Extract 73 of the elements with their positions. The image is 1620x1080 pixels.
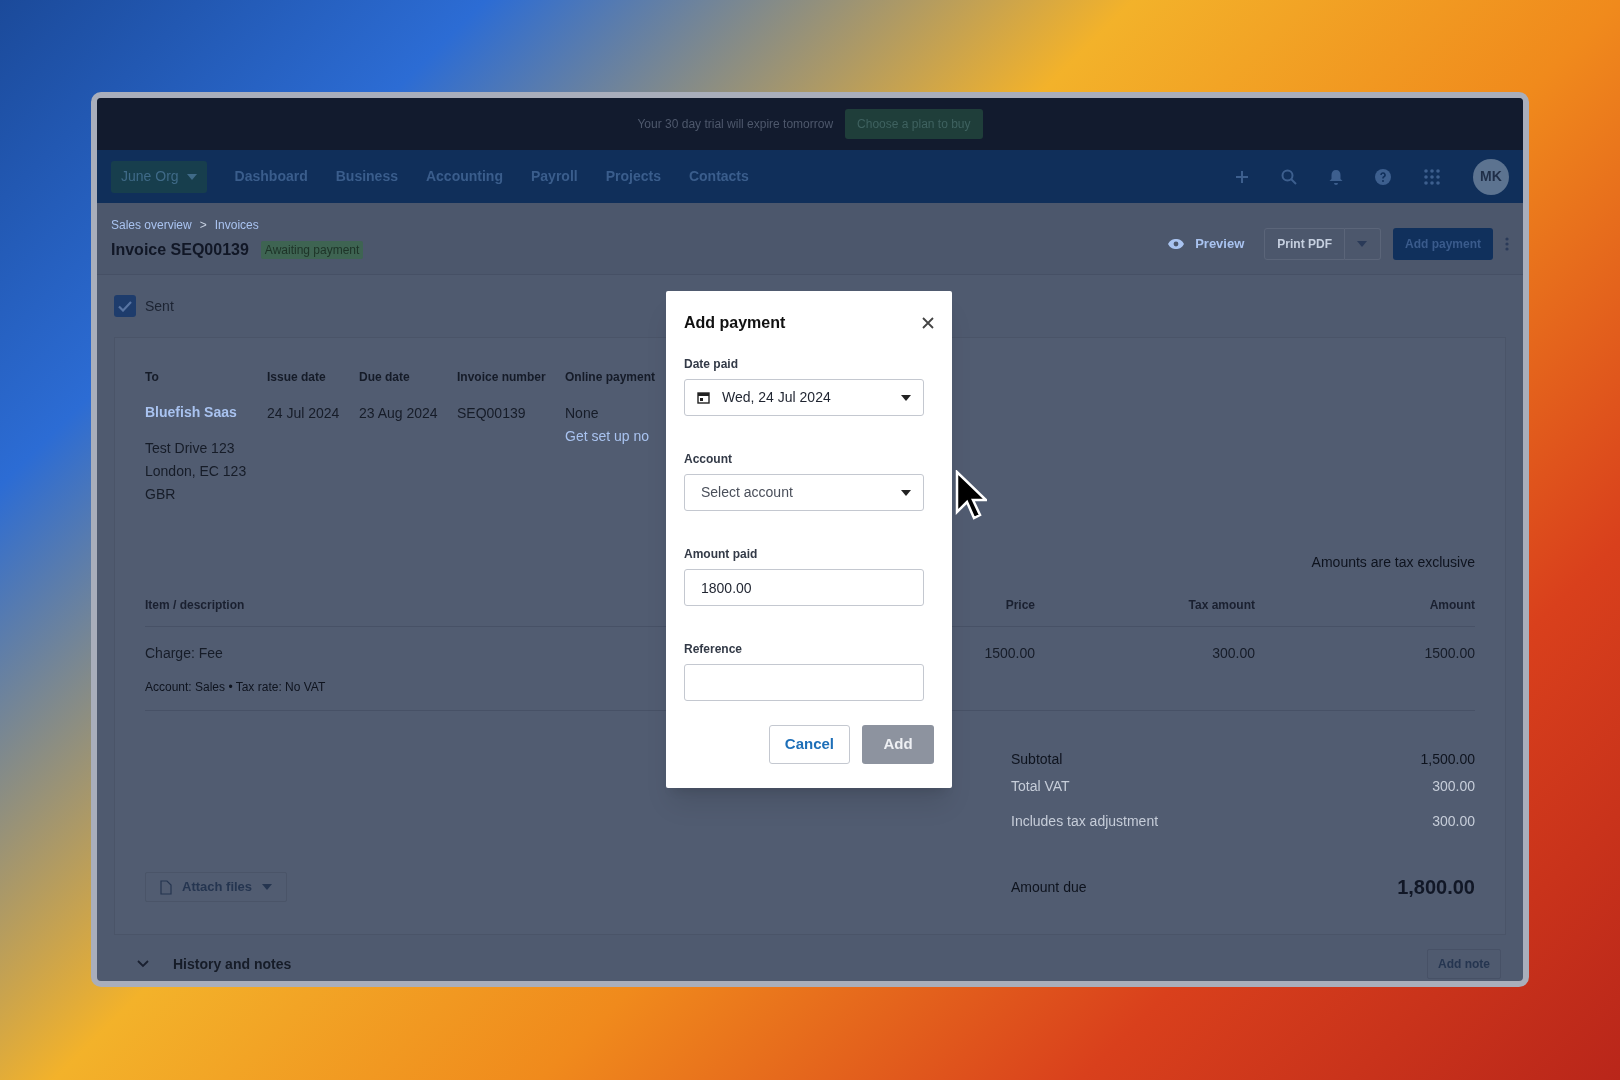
detail-text: 23 Aug 2024 (359, 404, 439, 423)
section-title: History and notes (173, 954, 292, 974)
detail-text: GBR (145, 485, 177, 504)
field-label: Amount paid (684, 546, 759, 563)
mouse-cursor-icon (955, 470, 987, 522)
checkbox-label: Sent (145, 296, 174, 316)
tax-note: Amounts are tax exclusive (1311, 553, 1475, 572)
table-cell-text: 1500.00 (1423, 644, 1475, 663)
table-cell-text: 300.00 (1211, 644, 1255, 663)
detail-text: None (565, 404, 600, 423)
user-avatar[interactable]: MK (1473, 158, 1509, 195)
total-label: Amount due (1011, 877, 1087, 897)
print-pdf-button[interactable]: Print PDF (1264, 227, 1345, 260)
invoice-title: Invoice SEQ00139 (111, 239, 249, 260)
total-value: 1,500.00 (1420, 750, 1475, 769)
caret-icon (1357, 240, 1368, 247)
dialog-title: Add payment (684, 313, 786, 333)
total-label: Subtotal (1011, 750, 1063, 769)
total-label: Includes tax adjustment (1011, 812, 1159, 831)
account-select[interactable]: Select account (684, 474, 924, 511)
eye-icon (1167, 237, 1186, 250)
app-grid-icon[interactable] (1423, 167, 1441, 186)
checkbox[interactable] (114, 295, 136, 317)
chevron-down-icon[interactable] (137, 960, 149, 968)
detail-text: London, EC 123 (145, 462, 248, 481)
document-icon (160, 879, 172, 895)
detail-text: SEQ00139 (457, 404, 527, 423)
field-label: Date paid (684, 356, 739, 373)
table-cell-text: 1500.00 (983, 644, 1035, 663)
caret-icon (186, 173, 197, 180)
search-icon[interactable] (1281, 168, 1297, 185)
org-switcher[interactable]: June Org (111, 160, 207, 193)
preview-button[interactable]: Preview (1159, 233, 1253, 254)
column-heading: To (145, 369, 160, 386)
breadcrumb-link[interactable]: Sales overview (111, 215, 192, 234)
column-heading: Price (1004, 597, 1035, 614)
banner-text: Your 30 day trial will expire tomorrow (637, 116, 834, 133)
column-heading: Invoice number (457, 369, 547, 386)
column-heading: Amount (1428, 597, 1475, 614)
column-heading: Online payment (565, 369, 657, 386)
total-value: 300.00 (1432, 812, 1475, 831)
check-icon (118, 300, 132, 312)
link[interactable]: Bluefish Saas (145, 402, 267, 423)
total-value: 1,800.00 (1397, 875, 1475, 900)
column-heading: Tax amount (1187, 597, 1255, 614)
close-icon[interactable] (922, 317, 934, 329)
table-cell: Charge: Fee (145, 645, 223, 661)
more-options-icon[interactable] (1505, 236, 1509, 251)
column-heading: Due date (359, 369, 411, 386)
column-heading: Issue date (267, 369, 327, 386)
detail-text: Test Drive 123 (145, 439, 236, 458)
detail-text: 24 Jul 2024 (267, 404, 341, 423)
breadcrumb-separator: > (199, 216, 207, 234)
calendar-icon (697, 391, 710, 404)
field-label: Account (684, 451, 733, 468)
link[interactable]: Get set up no (565, 425, 661, 447)
line-item-meta: Account: Sales • Tax rate: No VAT (145, 679, 326, 696)
cancel-button[interactable]: Cancel (768, 725, 850, 764)
caret-icon (262, 884, 273, 890)
bell-icon[interactable] (1329, 168, 1343, 185)
field-label: Reference (684, 641, 744, 658)
input-field[interactable]: 1800.00 (684, 569, 924, 606)
caret-icon (901, 489, 911, 496)
total-label: Total VAT (1011, 777, 1070, 796)
total-value: 300.00 (1432, 777, 1475, 796)
date-picker[interactable]: Wed, 24 Jul 2024 (684, 379, 924, 416)
print-options-button[interactable] (1345, 227, 1381, 260)
help-icon[interactable] (1375, 168, 1391, 185)
plus-icon[interactable] (1235, 169, 1249, 184)
column-heading: Item / description (145, 597, 246, 614)
breadcrumb-link[interactable]: Invoices (214, 215, 259, 234)
caret-icon (901, 394, 911, 401)
input-field[interactable] (684, 664, 924, 701)
